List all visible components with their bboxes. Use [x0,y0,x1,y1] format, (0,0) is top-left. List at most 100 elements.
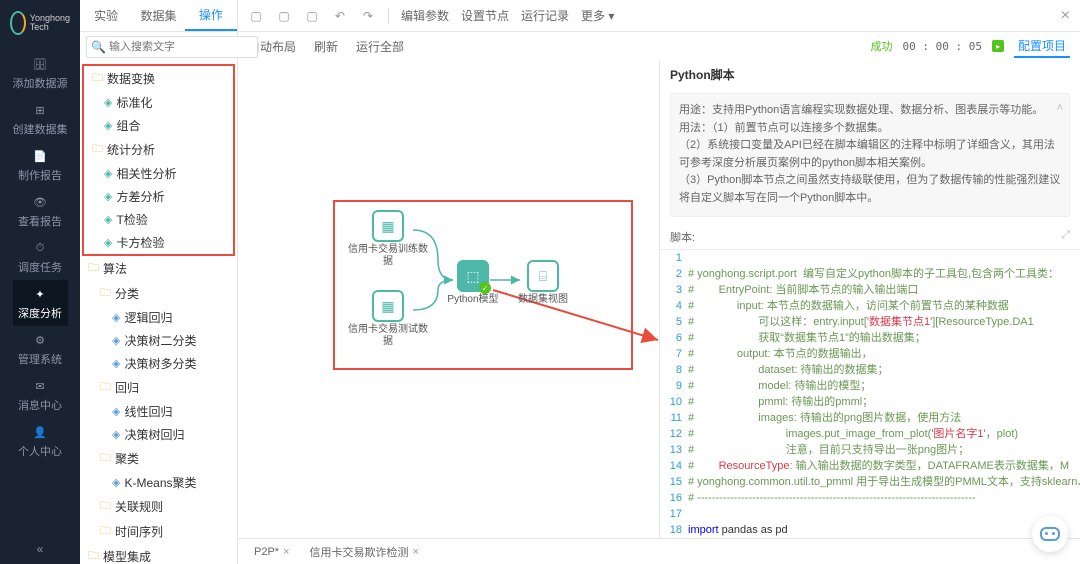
sidebar-tab-1[interactable]: 数据集 [132,0,184,31]
op-icon: ◈ [104,167,112,180]
search-icon: 🔍 [91,40,106,54]
tb-set-node[interactable]: 设置节点 [461,7,509,24]
script-label: 脚本: [670,229,695,245]
folder-icon: 🗀 [100,522,111,541]
sidebar-tabs: 实验数据集操作 [80,0,237,32]
op-icon: ◈ [112,357,120,370]
node-dataset-view[interactable]: ⌸ 数据集视图 [503,260,583,306]
tree-item[interactable]: ◈卡方检验 [84,231,233,254]
tree-item[interactable]: ◈方差分析 [84,185,233,208]
chevron-up-icon[interactable]: ˄ [1057,100,1063,118]
folder-icon: 🗀 [100,497,111,516]
tb-icon-3[interactable]: ▢ [304,8,320,24]
tree-folder[interactable]: 🗀关联规则 [80,494,237,519]
tree-folder[interactable]: 🗀聚类 [80,446,237,471]
folder-icon: 🗀 [88,259,99,278]
nav-admin[interactable]: ⚙管理系统 [13,326,68,372]
tree-folder[interactable]: 🗀算法 [80,256,237,281]
logo: Yonghong Tech [10,8,70,38]
undo-icon[interactable]: ↶ [332,8,348,24]
op-icon: ◈ [104,96,112,109]
node-train-data[interactable]: ▦ 信用卡交易训练数据 [348,210,428,268]
status-badge: 成功 [871,38,893,54]
tree-item[interactable]: ◈决策树二分类 [80,329,237,352]
chat-assistant-button[interactable] [1032,516,1068,552]
op-icon: ◈ [104,119,112,132]
tree-folder[interactable]: 🗀回归 [80,375,237,400]
main: ▢ ▢ ▢ ↶ ↷ 编辑参数 设置节点 运行记录 更多 ▾ × 自动布局 刷新 … [238,0,1080,564]
panel-description: 用途：支持用Python语言编程实现数据处理、数据分析、图表展示等功能。 用法：… [670,93,1070,217]
nav-analysis[interactable]: ✦深度分析 [13,280,68,326]
sidebar-tab-2[interactable]: 操作 [185,0,237,31]
tb-icon-1[interactable]: ▢ [248,8,264,24]
tree-folder[interactable]: 🗀模型集成 [80,544,237,564]
close-tab-icon[interactable]: × [283,546,289,558]
op-icon: ◈ [104,190,112,203]
node-python-model[interactable]: ⬚ Python模型 [433,260,513,306]
collapse-nav-button[interactable]: « [0,534,80,564]
tree-folder[interactable]: 🗀数据变换 [84,66,233,91]
nav-database[interactable]: 🗄添加数据源 [13,50,68,96]
refresh-link[interactable]: 刷新 [314,38,338,55]
tree-folder[interactable]: 🗀分类 [80,281,237,306]
play-icon[interactable]: ▸ [992,40,1004,52]
folder-icon: 🗀 [92,140,103,159]
bottom-tab[interactable]: 信用卡交易欺诈检测× [302,542,427,562]
tree-item[interactable]: ◈T检验 [84,208,233,231]
nav-view[interactable]: 👁查看报告 [13,188,68,234]
tree-item[interactable]: ◈K-Means聚类 [80,471,237,494]
data-node-icon: ▦ [372,210,404,242]
nav-schedule[interactable]: ⏱调度任务 [13,234,68,280]
brand-name: Yonghong Tech [30,14,70,32]
nav-user[interactable]: 👤个人中心 [13,418,68,464]
sidebar: 实验数据集操作 🔍 ⋮ 🗀数据变换◈标准化◈组合🗀统计分析◈相关性分析◈方差分析… [80,0,238,564]
tree-folder[interactable]: 🗀时间序列 [80,519,237,544]
op-icon: ◈ [104,236,112,249]
tree-item[interactable]: ◈决策树回归 [80,423,237,446]
redo-icon[interactable]: ↷ [360,8,376,24]
close-icon[interactable]: × [1061,7,1070,25]
python-node-icon: ⬚ [457,260,489,292]
node-label: 数据集视图 [518,294,568,306]
close-tab-icon[interactable]: × [413,546,419,558]
folder-icon: 🗀 [100,284,111,303]
op-icon: ◈ [104,213,112,226]
config-tab[interactable]: 配置项目 [1014,35,1070,58]
node-label: 信用卡交易测试数据 [348,324,428,348]
search-input[interactable] [86,36,258,58]
run-all-link[interactable]: 运行全部 [356,38,404,55]
subbar: 自动布局 刷新 运行全部 成功 00 : 00 : 05 ▸ 配置项目 [238,32,1080,60]
left-nav: Yonghong Tech 🗄添加数据源⊞创建数据集📄制作报告👁查看报告⏱调度任… [0,0,80,564]
tb-run-history[interactable]: 运行记录 [521,7,569,24]
folder-icon: 🗀 [100,378,111,397]
code-editor[interactable]: 12# yonghong.script.port 编写自定义python脚本的子… [660,249,1080,538]
tree-item[interactable]: ◈逻辑回归 [80,306,237,329]
tb-more[interactable]: 更多 ▾ [581,7,614,24]
folder-icon: 🗀 [92,69,103,88]
tree-item[interactable]: ◈线性回归 [80,400,237,423]
right-panel: Python脚本 用途：支持用Python语言编程实现数据处理、数据分析、图表展… [660,60,1080,538]
tree-item[interactable]: ◈相关性分析 [84,162,233,185]
tb-icon-2[interactable]: ▢ [276,8,292,24]
data-node-icon: ▦ [372,290,404,322]
nav-report[interactable]: 📄制作报告 [13,142,68,188]
tree-item[interactable]: ◈标准化 [84,91,233,114]
bottom-tabs: P2P*×信用卡交易欺诈检测× [238,538,1080,564]
folder-icon: 🗀 [100,449,111,468]
operation-tree: 🗀数据变换◈标准化◈组合🗀统计分析◈相关性分析◈方差分析◈T检验◈卡方检验🗀算法… [80,62,237,564]
node-label: Python模型 [447,294,498,306]
canvas[interactable]: ▦ 信用卡交易训练数据 ▦ 信用卡交易测试数据 ⬚ Python模型 ⌸ 数据集… [238,60,660,538]
tree-folder[interactable]: 🗀统计分析 [84,137,233,162]
nav-message[interactable]: ✉消息中心 [13,372,68,418]
expand-icon[interactable]: ⤢ [1061,229,1070,245]
folder-icon: 🗀 [88,547,99,564]
tree-item[interactable]: ◈决策树多分类 [80,352,237,375]
panel-title: Python脚本 [660,60,1080,89]
tb-edit-params[interactable]: 编辑参数 [401,7,449,24]
bottom-tab[interactable]: P2P*× [246,544,298,560]
node-test-data[interactable]: ▦ 信用卡交易测试数据 [348,290,428,348]
sidebar-tab-0[interactable]: 实验 [80,0,132,31]
tree-item[interactable]: ◈组合 [84,114,233,137]
nav-dataset[interactable]: ⊞创建数据集 [13,96,68,142]
node-label: 信用卡交易训练数据 [348,244,428,268]
